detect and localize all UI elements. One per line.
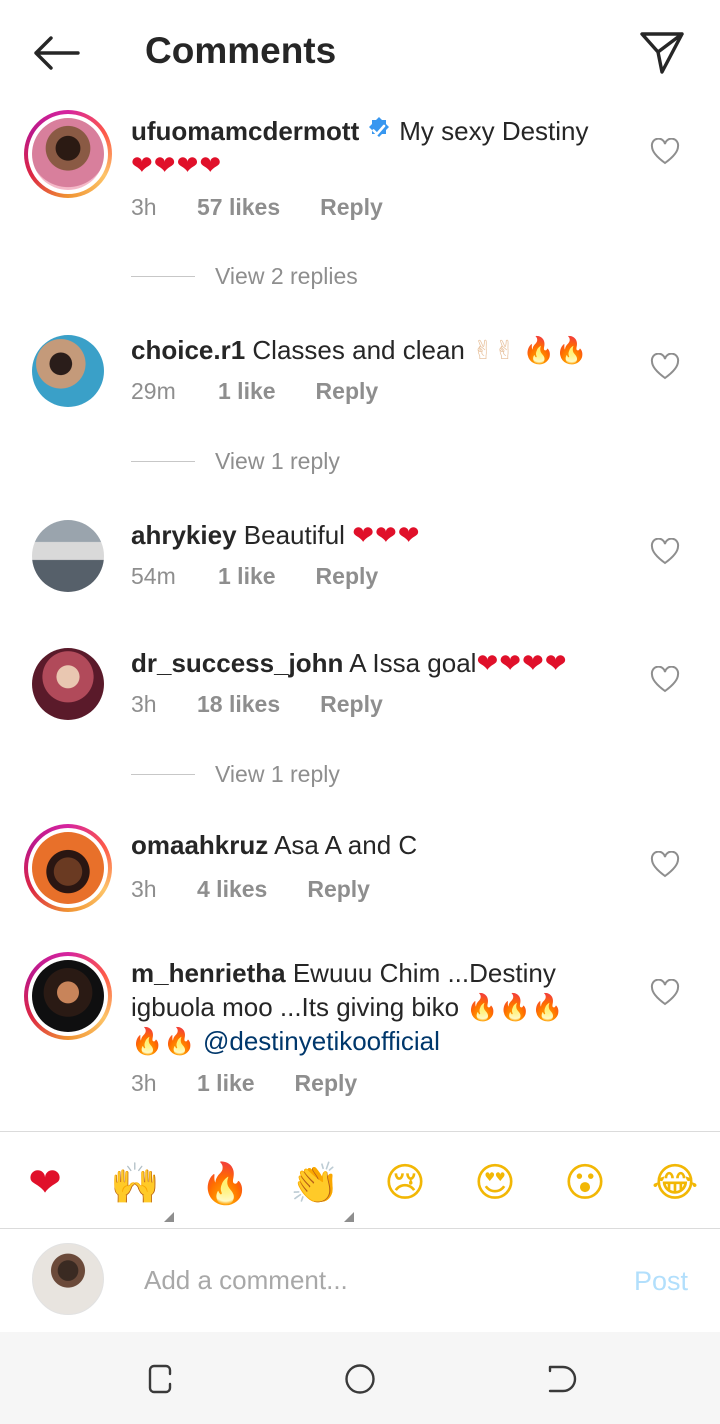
avatar[interactable] [24,952,112,1040]
avatar[interactable] [32,520,104,592]
comment-time: 3h [131,691,157,717]
red-heart-emoji-button[interactable]: ❤ [18,1156,72,1210]
heart-emoji: ❤❤❤❤ [476,648,568,678]
skin-tone-indicator [344,1212,354,1222]
system-navigation-bar [0,1332,720,1424]
likes-count[interactable]: 1 like [197,1070,255,1097]
comment-body: Asa A and C [274,830,418,860]
heart-emoji: ❤❤❤ [352,520,421,550]
reply-button[interactable]: Reply [307,876,370,903]
comment-meta: 54m 1 like Reply [131,563,378,590]
comment-meta: 3h 1 like Reply [131,1070,357,1097]
emoji-bar: ❤ 🙌 🔥 👏 😢 😍 😮 😂 [0,1131,720,1229]
clapping-hands-icon: 👏 [290,1161,340,1206]
comment-time: 3h [131,194,157,220]
avatar [32,1243,104,1315]
victory-hand-emoji: ✌✌ [472,335,516,365]
heart-outline-icon[interactable] [650,666,680,694]
fire-emoji: 🔥🔥 [131,1026,196,1056]
tears-of-joy-emoji-button[interactable]: 😂 [648,1156,702,1210]
divider [131,773,195,775]
comment-time: 3h [131,1070,157,1096]
comment-username[interactable]: m_henrietha [131,958,286,988]
likes-count[interactable]: 4 likes [197,876,267,903]
open-mouth-emoji-button[interactable]: 😮 [558,1156,612,1210]
raising-hands-emoji-button[interactable]: 🙌 [108,1156,174,1222]
post-button[interactable]: Post [634,1266,688,1297]
view-replies-label: View 2 replies [215,262,358,289]
heart-emoji: ❤❤❤❤ [131,150,223,180]
fire-emoji-button[interactable]: 🔥 [198,1156,252,1210]
comment-username[interactable]: dr_success_john [131,648,343,678]
back-button[interactable] [28,30,84,76]
view-replies-label: View 1 reply [215,760,340,787]
raising-hands-icon: 🙌 [110,1161,160,1206]
likes-count[interactable]: 1 like [218,378,276,405]
comment-body: Classes and clean [252,335,465,365]
avatar[interactable] [32,648,104,720]
comment-username[interactable]: choice.r1 [131,335,245,365]
comment-input[interactable] [144,1260,584,1300]
home-icon[interactable] [343,1362,377,1396]
comment-meta: 3h 4 likes Reply [131,876,370,903]
verified-badge-icon [369,117,390,137]
heart-outline-icon[interactable] [650,353,680,381]
heart-outline-icon[interactable] [650,538,680,566]
reply-button[interactable]: Reply [320,194,383,221]
view-replies-link[interactable]: View 1 reply [131,446,340,476]
view-replies-link[interactable]: View 2 replies [131,261,358,291]
likes-count[interactable]: 1 like [218,563,276,590]
avatar[interactable] [24,110,112,198]
arrow-left-icon [34,36,80,70]
reply-button[interactable]: Reply [316,563,379,590]
share-button[interactable] [636,28,688,78]
comment-username[interactable]: ahrykiey [131,520,237,550]
avatar[interactable] [32,335,104,407]
comment-username[interactable]: omaahkruz [131,830,268,860]
comment-composer: Post [0,1230,720,1332]
paper-plane-icon [640,32,684,74]
divider [131,460,195,462]
skin-tone-indicator [164,1212,174,1222]
comment-meta: 29m 1 like Reply [131,378,378,405]
heart-outline-icon[interactable] [650,138,680,166]
comment-body: A Issa goal [349,648,477,678]
heart-eyes-emoji-button[interactable]: 😍 [468,1156,522,1210]
comment-body: Beautiful [243,520,345,550]
reply-button[interactable]: Reply [320,691,383,718]
comment-time: 3h [131,876,157,902]
mention-link[interactable]: @destinyetikoofficial [203,1026,440,1056]
divider [131,275,195,277]
view-replies-label: View 1 reply [215,447,340,474]
comment-meta: 3h 18 likes Reply [131,691,383,718]
heart-outline-icon[interactable] [650,979,680,1007]
avatar[interactable] [24,824,112,912]
likes-count[interactable]: 57 likes [197,194,280,221]
header: Comments [0,0,720,104]
view-replies-link[interactable]: View 1 reply [131,759,340,789]
fire-emoji: 🔥🔥 [522,335,588,365]
comment-body: My sexy Destiny [399,116,589,146]
fire-emoji: 🔥🔥🔥 [466,992,564,1022]
comment-time: 29m [131,378,176,404]
heart-outline-icon[interactable] [650,851,680,879]
comment-username[interactable]: ufuomamcdermott [131,116,359,146]
recent-apps-icon[interactable] [143,1362,177,1396]
likes-count[interactable]: 18 likes [197,691,280,718]
crying-face-emoji-button[interactable]: 😢 [378,1156,432,1210]
page-title: Comments [145,30,337,71]
clapping-hands-emoji-button[interactable]: 👏 [288,1156,354,1222]
reply-button[interactable]: Reply [316,378,379,405]
comment-meta: 3h 57 likes Reply [131,194,383,221]
back-icon[interactable] [543,1362,577,1396]
comment-time: 54m [131,563,176,589]
reply-button[interactable]: Reply [295,1070,358,1097]
